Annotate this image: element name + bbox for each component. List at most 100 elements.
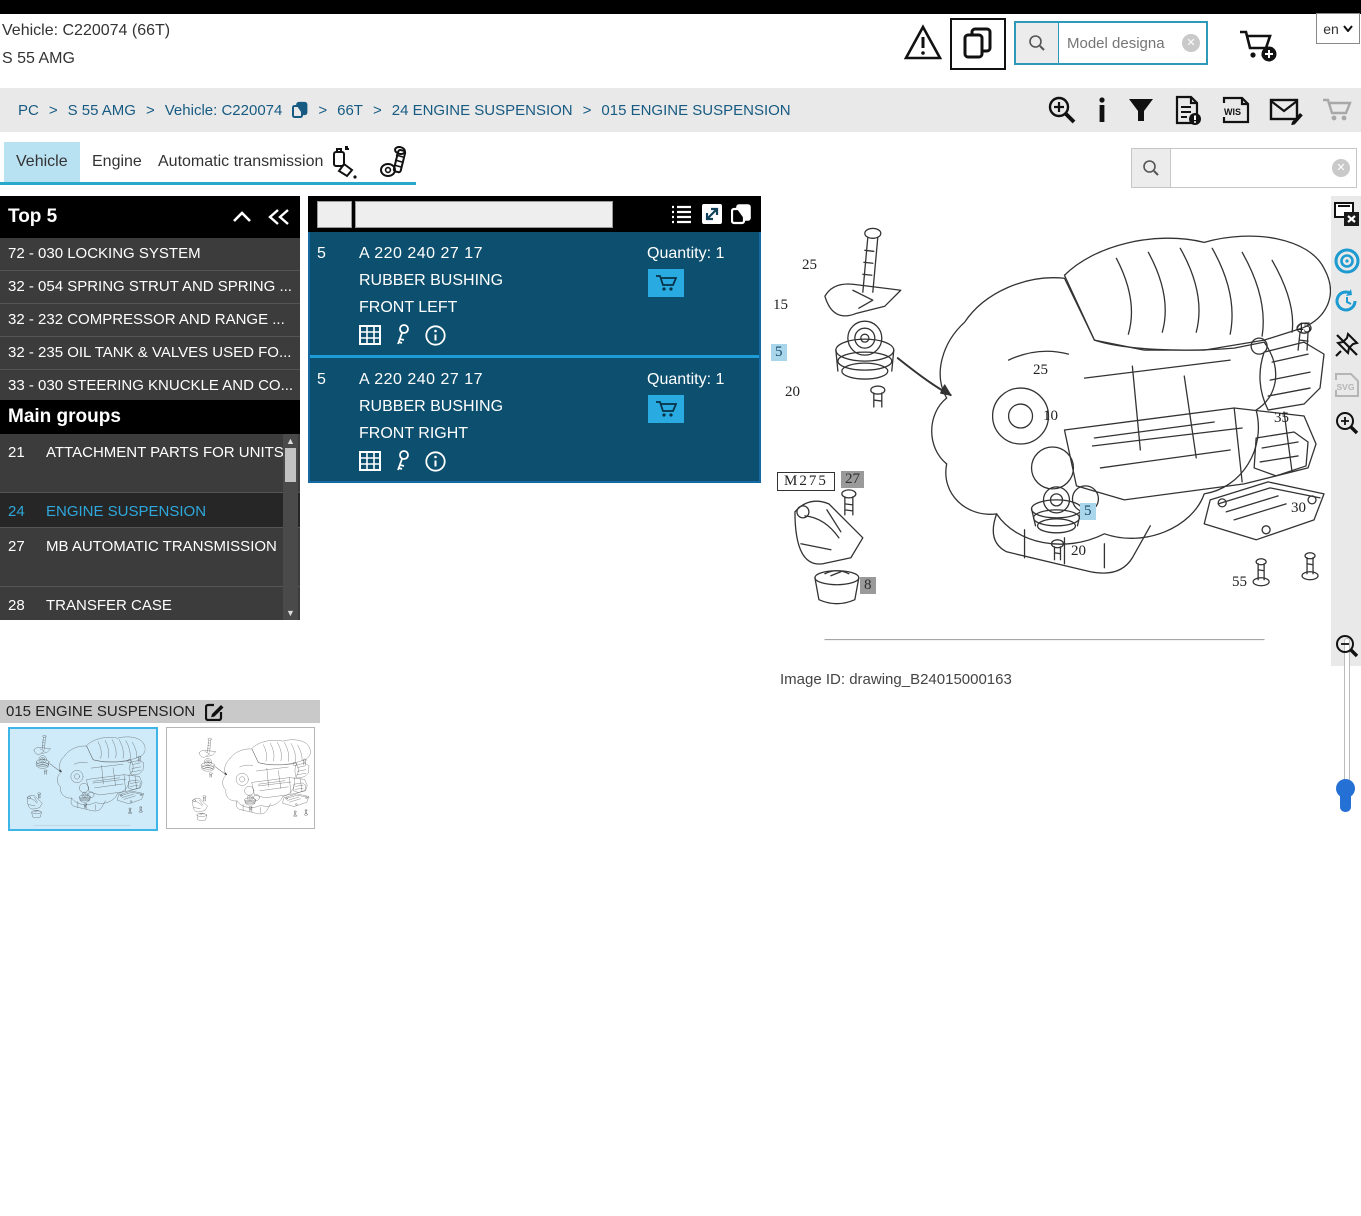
- info-circle-icon[interactable]: [425, 324, 446, 346]
- top5-list: 72 - 030 LOCKING SYSTEM 32 - 054 SPRING …: [0, 238, 300, 403]
- diagram-callout-30[interactable]: 30: [1291, 500, 1306, 517]
- breadcrumb-separator: >: [582, 101, 592, 119]
- thumbnail-drawing: [167, 728, 314, 828]
- zoom-slider-track[interactable]: [1344, 638, 1350, 790]
- copy-small-icon[interactable]: [292, 101, 308, 119]
- diagram-callout-15[interactable]: 15: [773, 297, 788, 314]
- tab-vehicle[interactable]: Vehicle: [4, 142, 80, 182]
- cart-add-icon[interactable]: [1236, 24, 1278, 64]
- part-row-front-left[interactable]: 5 A 220 240 27 17 RUBBER BUSHING FRONT L…: [310, 232, 759, 355]
- scroll-down-icon[interactable]: ▼: [283, 608, 298, 618]
- target-center-icon[interactable]: [1334, 248, 1360, 274]
- top5-item[interactable]: 33 - 030 STEERING KNUCKLE AND CO...: [0, 370, 300, 403]
- tab-underline: [0, 182, 416, 185]
- breadcrumb-item-group[interactable]: 24 ENGINE SUSPENSION: [392, 102, 573, 119]
- cart-icon[interactable]: [1321, 96, 1353, 124]
- part-number: A 220 240 27 17: [359, 245, 484, 262]
- top5-item[interactable]: 32 - 232 COMPRESSOR AND RANGE ...: [0, 304, 300, 337]
- diagram-callout-5[interactable]: 5: [1080, 503, 1096, 520]
- breadcrumb-item-66t[interactable]: 66T: [337, 102, 363, 119]
- list-view-icon[interactable]: [671, 204, 693, 224]
- language-value: en: [1323, 20, 1339, 37]
- drawing-thumbnail-selected[interactable]: [8, 727, 158, 831]
- parts-panel: 5 A 220 240 27 17 RUBBER BUSHING FRONT L…: [308, 232, 761, 483]
- scroll-up-icon[interactable]: ▲: [283, 436, 298, 446]
- main-group-item-21[interactable]: 21 ATTACHMENT PARTS FOR UNITS: [0, 434, 300, 493]
- scroll-thumb[interactable]: [285, 448, 296, 482]
- top5-item[interactable]: 32 - 054 SPRING STRUT AND SPRING ...: [0, 271, 300, 304]
- pin-off-icon[interactable]: [1334, 332, 1360, 358]
- position-filter-input[interactable]: [317, 200, 352, 228]
- search-icon[interactable]: [1016, 23, 1059, 63]
- parts-diagram[interactable]: 25 15 5 20 25 10 45 35 M275 27 5 20 8 30 55: [765, 200, 1331, 655]
- collapse-up-icon[interactable]: [232, 211, 252, 223]
- tab-engine[interactable]: Engine: [80, 142, 154, 182]
- drawing-thumbnail[interactable]: [166, 727, 315, 829]
- close-panel-icon[interactable]: [1334, 202, 1360, 228]
- copy-icon[interactable]: [731, 203, 753, 225]
- info-icon[interactable]: [1095, 96, 1109, 124]
- top5-item[interactable]: 32 - 235 OIL TANK & VALVES USED FO...: [0, 337, 300, 370]
- part-name: RUBBER BUSHING: [359, 398, 504, 415]
- language-select[interactable]: en: [1316, 13, 1360, 44]
- tab-automatic-transmission[interactable]: Automatic transmission: [146, 142, 335, 182]
- top5-item[interactable]: 72 - 030 LOCKING SYSTEM: [0, 238, 300, 271]
- diagram-callout-35[interactable]: 35: [1274, 410, 1289, 427]
- page-search-input[interactable]: [1171, 149, 1356, 187]
- main-group-item-27[interactable]: 27 MB AUTOMATIC TRANSMISSION: [0, 528, 300, 587]
- cart-icon: [656, 275, 677, 291]
- group-label: MB AUTOMATIC TRANSMISSION: [46, 538, 277, 555]
- paint-spray-icon[interactable]: [330, 146, 360, 180]
- group-code: 21: [8, 444, 25, 461]
- breadcrumb-item-model[interactable]: S 55 AMG: [68, 102, 136, 119]
- envelope-edit-icon[interactable]: [1269, 95, 1303, 125]
- search-icon[interactable]: [1132, 149, 1171, 187]
- breadcrumb-item-pc[interactable]: PC: [18, 102, 39, 119]
- warning-icon[interactable]: [903, 24, 943, 62]
- clear-search-icon[interactable]: ✕: [1332, 159, 1350, 177]
- wis-document-icon[interactable]: WIS: [1221, 95, 1251, 125]
- copy-icon: [963, 27, 993, 61]
- grid-table-icon[interactable]: [359, 325, 381, 345]
- diagram-callout-25[interactable]: 25: [802, 257, 817, 274]
- key-icon[interactable]: [395, 450, 411, 472]
- quantity-label: Quantity: 1: [647, 371, 725, 388]
- breadcrumb-separator: >: [48, 101, 58, 119]
- filter-icon[interactable]: [1127, 96, 1155, 124]
- diagram-callout-10[interactable]: 10: [1043, 408, 1058, 425]
- scrollbar[interactable]: ▲ ▼: [283, 434, 298, 620]
- zoom-in-icon[interactable]: [1334, 410, 1360, 436]
- zoom-slider-thumb[interactable]: [1336, 779, 1355, 813]
- copy-documents-button[interactable]: [950, 18, 1006, 70]
- edit-icon[interactable]: [205, 702, 224, 721]
- add-to-cart-button[interactable]: [648, 269, 684, 297]
- diagram-callout-27[interactable]: 27: [841, 471, 864, 488]
- svg-export-icon[interactable]: SVG: [1334, 372, 1360, 398]
- info-circle-icon[interactable]: [425, 450, 446, 472]
- zoom-out-icon[interactable]: [1334, 633, 1360, 659]
- clear-search-icon[interactable]: ✕: [1182, 34, 1200, 52]
- breadcrumb-item-vehicle[interactable]: Vehicle: C220074: [165, 102, 283, 119]
- diagram-callout-20[interactable]: 20: [1071, 543, 1086, 560]
- main-group-item-24-selected[interactable]: 24 ENGINE SUSPENSION: [0, 493, 300, 528]
- diagram-callout-8[interactable]: 8: [860, 577, 876, 594]
- diagram-callout-M275[interactable]: M275: [777, 472, 835, 491]
- diagram-callout-55[interactable]: 55: [1232, 574, 1247, 591]
- grid-table-icon[interactable]: [359, 451, 381, 471]
- diagram-callout-20[interactable]: 20: [785, 384, 800, 401]
- part-row-front-right[interactable]: 5 A 220 240 27 17 RUBBER BUSHING FRONT R…: [310, 355, 759, 481]
- zoom-search-icon[interactable]: [1047, 95, 1077, 125]
- collapse-left-icon[interactable]: [268, 209, 290, 225]
- key-icon[interactable]: [395, 324, 411, 346]
- breadcrumb-item-subgroup[interactable]: 015 ENGINE SUSPENSION: [601, 102, 790, 119]
- expand-icon[interactable]: [702, 204, 722, 224]
- parts-filter-input[interactable]: [355, 200, 613, 228]
- document-alert-icon[interactable]: [1173, 95, 1203, 125]
- diagram-callout-45[interactable]: 45: [1296, 320, 1311, 337]
- main-group-item-28[interactable]: 28 TRANSFER CASE: [0, 587, 300, 620]
- diagram-callout-25[interactable]: 25: [1033, 362, 1048, 379]
- diagram-callout-5[interactable]: 5: [771, 344, 787, 361]
- reset-history-icon[interactable]: [1334, 288, 1360, 314]
- bolt-nut-icon[interactable]: [378, 146, 410, 180]
- add-to-cart-button[interactable]: [648, 395, 684, 423]
